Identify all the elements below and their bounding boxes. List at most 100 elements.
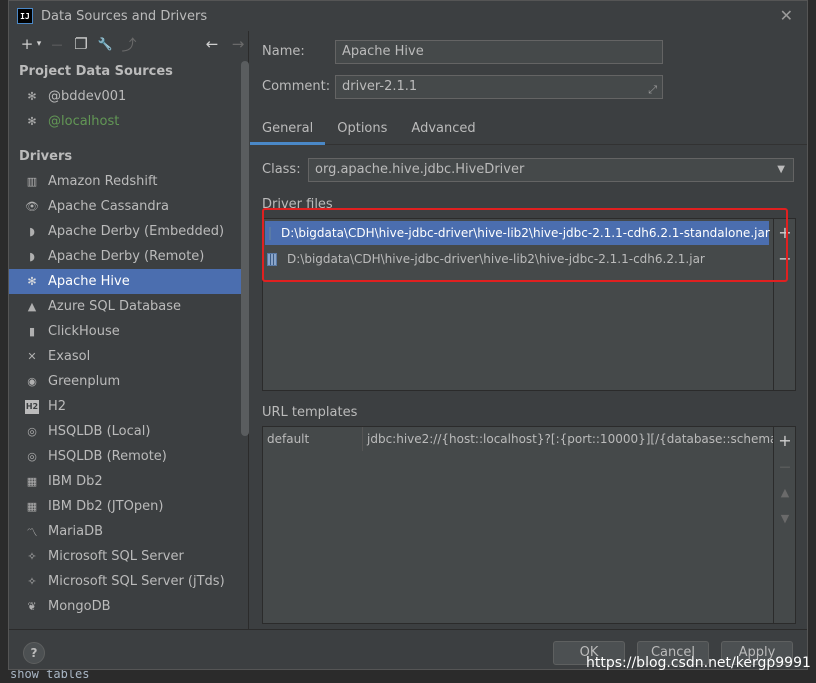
driver-files-list: D:\bigdata\CDH\hive-jdbc-driver\hive-lib… — [262, 218, 796, 391]
driver-item[interactable]: ◉ Greenplum — [9, 369, 241, 394]
driver-file-row[interactable]: D:\bigdata\CDH\hive-jdbc-driver\hive-lib… — [263, 247, 773, 271]
driver-item[interactable]: ▥ Amazon Redshift — [9, 169, 241, 194]
forward-arrow-icon[interactable]: → — [228, 34, 248, 54]
comment-label: Comment: — [262, 79, 331, 94]
driver-files-rows: D:\bigdata\CDH\hive-jdbc-driver\hive-lib… — [263, 219, 773, 390]
driver-item[interactable]: ▦ IBM Db2 (JTOpen) — [9, 494, 241, 519]
driver-item[interactable]: ◎ HSQLDB (Remote) — [9, 444, 241, 469]
left-panel: + ▾ — ❐ 🔧 ⤴ ← → Project Data Sources ✻ @… — [9, 31, 249, 629]
redshift-icon: ▥ — [26, 175, 38, 188]
tree-item-label: Apache Cassandra — [48, 199, 169, 214]
driver-files-label: Driver files — [262, 197, 333, 212]
comment-value: driver-2.1.1 — [342, 79, 418, 94]
project-item-bddev001[interactable]: ✻ @bddev001 — [9, 84, 241, 109]
tab-general[interactable]: General — [250, 115, 326, 145]
url-templates-toolbar: + — ▲ ▼ — [773, 427, 795, 623]
hive-icon: ✻ — [27, 90, 37, 103]
url-template-value[interactable]: jdbc:hive2://{host::localhost}?[:{port::… — [363, 427, 773, 451]
cassandra-icon: 👁 — [25, 200, 39, 213]
driver-file-path: D:\bigdata\CDH\hive-jdbc-driver\hive-lib… — [281, 226, 770, 240]
tree-item-label: Apache Derby (Embedded) — [48, 224, 225, 239]
ibm-db2-icon: ▦ — [26, 500, 38, 513]
intellij-icon: IJ — [17, 8, 33, 24]
driver-item[interactable]: ✕ Exasol — [9, 344, 241, 369]
driver-item[interactable]: ◎ HSQLDB (Local) — [9, 419, 241, 444]
azure-icon: ▲ — [27, 300, 37, 313]
remove-template-icon[interactable]: — — [774, 453, 796, 479]
tree-item-label: Microsoft SQL Server (jTds) — [48, 574, 225, 589]
tree-item-label: HSQLDB (Remote) — [48, 449, 167, 464]
add-icon[interactable]: + — [17, 34, 37, 54]
driver-item[interactable]: ◗ Apache Derby (Embedded) — [9, 219, 241, 244]
tree-item-label: Exasol — [48, 349, 91, 364]
drivers-header: Drivers — [19, 149, 73, 164]
add-template-icon[interactable]: + — [774, 427, 796, 453]
derby-icon: ◗ — [29, 225, 35, 238]
editor-code-line: show tables — [10, 670, 90, 681]
tab-options[interactable]: Options — [325, 115, 399, 145]
tree-item-label: MongoDB — [48, 599, 111, 614]
mongodb-icon: ❦ — [27, 600, 37, 613]
driver-item[interactable]: ❦ MongoDB — [9, 594, 241, 619]
derby-icon: ◗ — [29, 250, 35, 263]
move-down-icon[interactable]: ▼ — [774, 505, 796, 531]
driver-item-selected[interactable]: ✻ Apache Hive — [9, 269, 241, 294]
chevron-down-icon: ▼ — [777, 164, 785, 175]
comment-field[interactable]: driver-2.1.1 ⤢ — [335, 75, 663, 99]
settings-icon[interactable]: 🔧 — [95, 34, 115, 54]
project-data-sources-header: Project Data Sources — [19, 64, 173, 79]
ide-background-left — [0, 0, 8, 683]
tree-item-label: ClickHouse — [48, 324, 120, 339]
url-template-name[interactable]: default — [263, 427, 363, 451]
mssql-icon: ✧ — [27, 575, 37, 588]
tree-item-label: @localhost — [48, 114, 120, 129]
h2-icon: H2 — [25, 399, 39, 414]
close-icon[interactable]: ✕ — [780, 6, 793, 25]
mariadb-icon: 〽 — [26, 525, 38, 539]
hsqldb-icon: ◎ — [27, 450, 37, 463]
greenplum-icon: ◉ — [27, 375, 37, 388]
move-up-icon[interactable]: ▲ — [774, 479, 796, 505]
expand-icon[interactable]: ⤢ — [648, 79, 657, 101]
class-value: org.apache.hive.jdbc.HiveDriver — [315, 162, 525, 177]
driver-file-row-selected[interactable]: D:\bigdata\CDH\hive-jdbc-driver\hive-lib… — [265, 221, 770, 245]
url-templates-table: default jdbc:hive2://{host::localhost}?[… — [262, 426, 796, 624]
hive-icon: ✻ — [27, 275, 37, 288]
ibm-db2-icon: ▦ — [26, 475, 38, 488]
remove-file-icon[interactable]: − — [774, 245, 796, 271]
add-file-icon[interactable]: + — [774, 219, 796, 245]
driver-item[interactable]: 👁 Apache Cassandra — [9, 194, 241, 219]
name-field[interactable]: Apache Hive — [335, 40, 663, 64]
data-source-tree: Project Data Sources ✻ @bddev001 ✻ @loca… — [9, 59, 241, 629]
window-title: Data Sources and Drivers — [41, 8, 208, 24]
tree-item-label: Apache Derby (Remote) — [48, 249, 205, 264]
hsqldb-icon: ◎ — [27, 425, 37, 438]
tree-item-label: Apache Hive — [48, 274, 130, 289]
tab-advanced[interactable]: Advanced — [399, 115, 487, 145]
driver-item[interactable]: ✧ Microsoft SQL Server (jTds) — [9, 569, 241, 594]
data-sources-dialog: IJ Data Sources and Drivers ✕ + ▾ — ❐ 🔧 … — [8, 0, 808, 670]
export-icon[interactable]: ⤴ — [119, 34, 139, 54]
tree-item-label: HSQLDB (Local) — [48, 424, 151, 439]
remove-icon[interactable]: — — [47, 34, 67, 54]
tab-bar: General Options Advanced — [250, 115, 807, 145]
driver-item[interactable]: ◗ Apache Derby (Remote) — [9, 244, 241, 269]
class-combobox[interactable]: org.apache.hive.jdbc.HiveDriver ▼ — [308, 158, 794, 182]
table-row[interactable]: default jdbc:hive2://{host::localhost}?[… — [263, 427, 773, 451]
back-arrow-icon[interactable]: ← — [202, 34, 222, 54]
tree-scrollbar[interactable] — [241, 61, 249, 436]
project-item-localhost[interactable]: ✻ @localhost — [9, 109, 241, 134]
duplicate-icon[interactable]: ❐ — [71, 34, 91, 54]
driver-item[interactable]: H2 H2 — [9, 394, 241, 419]
tree-item-label: H2 — [48, 399, 67, 414]
tree-item-label: Azure SQL Database — [48, 299, 182, 314]
driver-item[interactable]: 〽 MariaDB — [9, 519, 241, 544]
driver-item[interactable]: ▮ ClickHouse — [9, 319, 241, 344]
driver-item[interactable]: ▲ Azure SQL Database — [9, 294, 241, 319]
help-button[interactable]: ? — [23, 642, 45, 664]
add-dropdown-icon[interactable]: ▾ — [35, 34, 43, 54]
driver-item[interactable]: ✧ Microsoft SQL Server — [9, 544, 241, 569]
tree-toolbar: + ▾ — ❐ 🔧 ⤴ ← → — [9, 31, 248, 57]
driver-item[interactable]: ▦ IBM Db2 — [9, 469, 241, 494]
name-label: Name: — [262, 44, 305, 59]
